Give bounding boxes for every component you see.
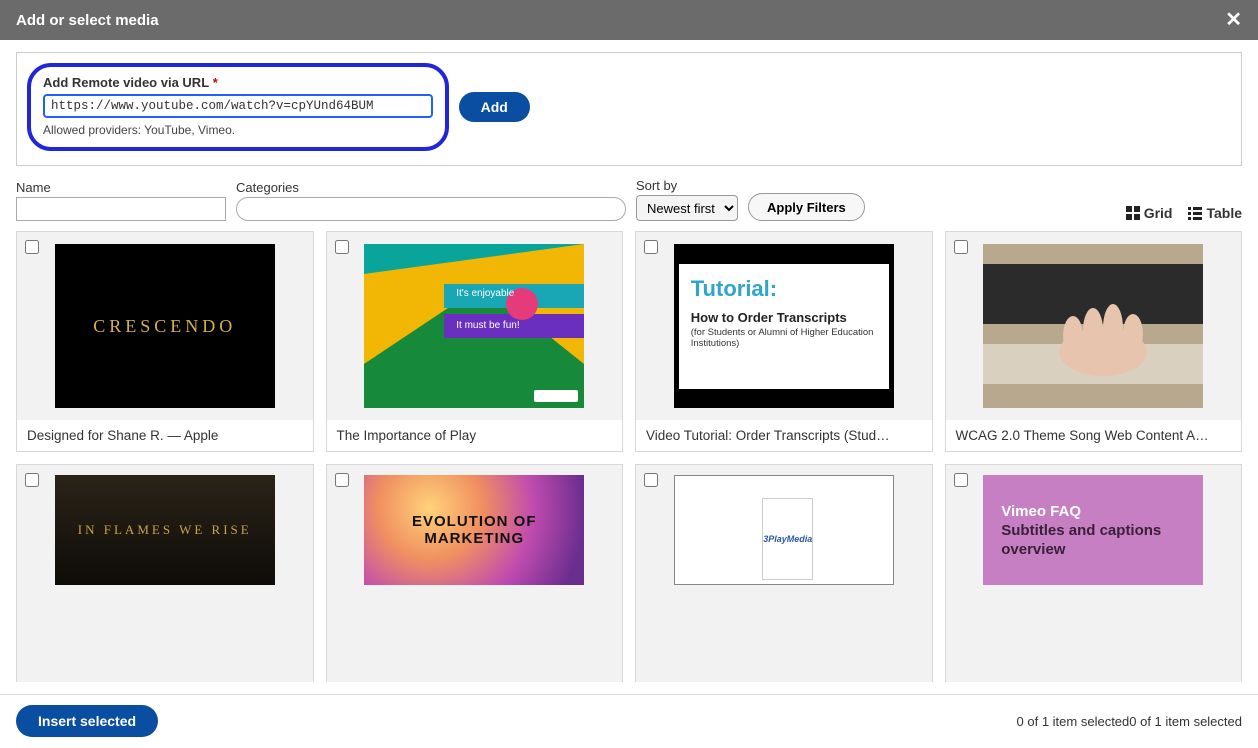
dialog-content: Add Remote video via URL * Allowed provi… [0, 40, 1258, 694]
filter-sort-label: Sort by [636, 178, 738, 193]
thumbnail-text: EVOLUTION OF MARKETING [364, 513, 584, 547]
thumbnail-text: CRESCENDO [93, 316, 236, 337]
remote-url-label: Add Remote video via URL [43, 75, 209, 90]
filters-row: Name Categories Sort by Newest first App… [16, 178, 1242, 221]
filter-sort-select[interactable]: Newest first [636, 195, 738, 221]
view-grid-toggle[interactable]: Grid [1126, 205, 1173, 221]
thumbnail-wrap [946, 232, 1242, 420]
media-item[interactable]: IN FLAMES WE RISE [16, 464, 314, 682]
thumbnail: CRESCENDO [55, 244, 275, 408]
apply-filters-wrap: Apply Filters [748, 193, 865, 221]
dialog-titlebar: Add or select media ✕ [0, 0, 1258, 40]
view-table-label: Table [1206, 205, 1242, 221]
tutorial-inner: Tutorial: How to Order Transcripts (for … [679, 264, 889, 389]
close-icon[interactable]: ✕ [1225, 10, 1242, 30]
filter-categories-label: Categories [236, 180, 626, 195]
thumbnail-wrap: CRESCENDO [17, 232, 313, 420]
thumbnail: Tutorial: How to Order Transcripts (for … [674, 244, 894, 408]
apply-filters-button[interactable]: Apply Filters [748, 193, 865, 221]
media-item[interactable]: EVOLUTION OF MARKETING [326, 464, 624, 682]
thumbnail-text: IN FLAMES WE RISE [78, 522, 252, 538]
remote-url-hint: Allowed providers: YouTube, Vimeo. [43, 123, 235, 137]
thumbnail: Vimeo FAQ Subtitles and captions overvie… [983, 475, 1203, 585]
media-item-title: Video Tutorial: Order Transcripts (Stud… [636, 420, 932, 451]
filter-categories: Categories [236, 180, 626, 221]
view-grid-label: Grid [1144, 205, 1173, 221]
thumbnail-wrap: IN FLAMES WE RISE [17, 465, 313, 593]
filter-name-label: Name [16, 180, 226, 195]
select-checkbox[interactable] [644, 473, 658, 487]
thumbnail-wrap: Tutorial: How to Order Transcripts (for … [636, 232, 932, 420]
thumbnail: 3PlayMedia [674, 475, 894, 585]
view-table-toggle[interactable]: Table [1188, 205, 1242, 221]
insert-selected-button[interactable]: Insert selected [16, 705, 158, 737]
media-item[interactable]: WCAG 2.0 Theme Song Web Content A… [945, 231, 1243, 452]
remote-video-section: Add Remote video via URL * Allowed provi… [16, 52, 1242, 166]
media-item[interactable]: Vimeo FAQ Subtitles and captions overvie… [945, 464, 1243, 682]
remote-url-input[interactable] [43, 94, 433, 118]
media-item[interactable]: Tutorial: How to Order Transcripts (for … [635, 231, 933, 452]
media-item-title: WCAG 2.0 Theme Song Web Content A… [946, 420, 1242, 451]
filter-name-input[interactable] [16, 197, 226, 221]
select-checkbox[interactable] [954, 240, 968, 254]
select-checkbox[interactable] [25, 240, 39, 254]
tutorial-heading: Tutorial: [691, 276, 877, 302]
select-checkbox[interactable] [335, 240, 349, 254]
thumbnail-line2: It must be fun! [456, 320, 519, 331]
media-dialog: Add or select media ✕ Add Remote video v… [0, 0, 1258, 747]
vimeo-heading: Vimeo FAQ [1001, 503, 1081, 520]
select-checkbox[interactable] [335, 473, 349, 487]
selection-status: 0 of 1 item selected0 of 1 item selected [1017, 714, 1242, 729]
media-item[interactable]: 3PlayMedia [635, 464, 933, 682]
site-pane: 3PlayMedia [762, 498, 813, 580]
thumbnail-wrap: EVOLUTION OF MARKETING [327, 465, 623, 593]
grid-icon [1126, 206, 1140, 220]
thumbnail: EVOLUTION OF MARKETING [364, 475, 584, 585]
dialog-footer: Insert selected 0 of 1 item selected0 of… [0, 694, 1258, 747]
vimeo-sub: Subtitles and captions overview [1001, 522, 1185, 560]
select-checkbox[interactable] [644, 240, 658, 254]
thumbnail: It's enjoyable It must be fun! [364, 244, 584, 408]
thumbnail: IN FLAMES WE RISE [55, 475, 275, 585]
media-item[interactable]: CRESCENDO Designed for Shane R. — Apple [16, 231, 314, 452]
thumbnail-line1: It's enjoyable [456, 288, 514, 299]
filter-categories-input[interactable] [236, 197, 626, 221]
thumbnail-wrap: It's enjoyable It must be fun! [327, 232, 623, 420]
view-toggle: Grid Table [1126, 205, 1242, 221]
brand-text: 3PlayMedia [763, 534, 812, 544]
dialog-title: Add or select media [16, 12, 159, 29]
browser-body: 3PlayMedia [750, 494, 817, 584]
keyboard-hands-icon [983, 244, 1203, 408]
media-grid: CRESCENDO Designed for Shane R. — Apple [16, 231, 1242, 694]
tutorial-sub1: How to Order Transcripts [691, 310, 877, 325]
filter-sort: Sort by Newest first [636, 178, 738, 221]
media-item-title: The Importance of Play [327, 420, 623, 451]
select-checkbox[interactable] [25, 473, 39, 487]
media-item[interactable]: It's enjoyable It must be fun! The Impor… [326, 231, 624, 452]
thumbnail [983, 244, 1203, 408]
filter-name: Name [16, 180, 226, 221]
select-checkbox[interactable] [954, 473, 968, 487]
tutorial-sub2: (for Students or Alumni of Higher Educat… [691, 327, 877, 349]
add-button[interactable]: Add [459, 92, 530, 122]
media-item-title: Designed for Shane R. — Apple [17, 420, 313, 451]
thumbnail-wrap: 3PlayMedia [636, 465, 932, 593]
remote-video-highlight: Add Remote video via URL * Allowed provi… [27, 63, 449, 151]
list-icon [1188, 206, 1202, 220]
thumbnail-wrap: Vimeo FAQ Subtitles and captions overvie… [946, 465, 1242, 593]
required-asterisk: * [213, 75, 218, 90]
